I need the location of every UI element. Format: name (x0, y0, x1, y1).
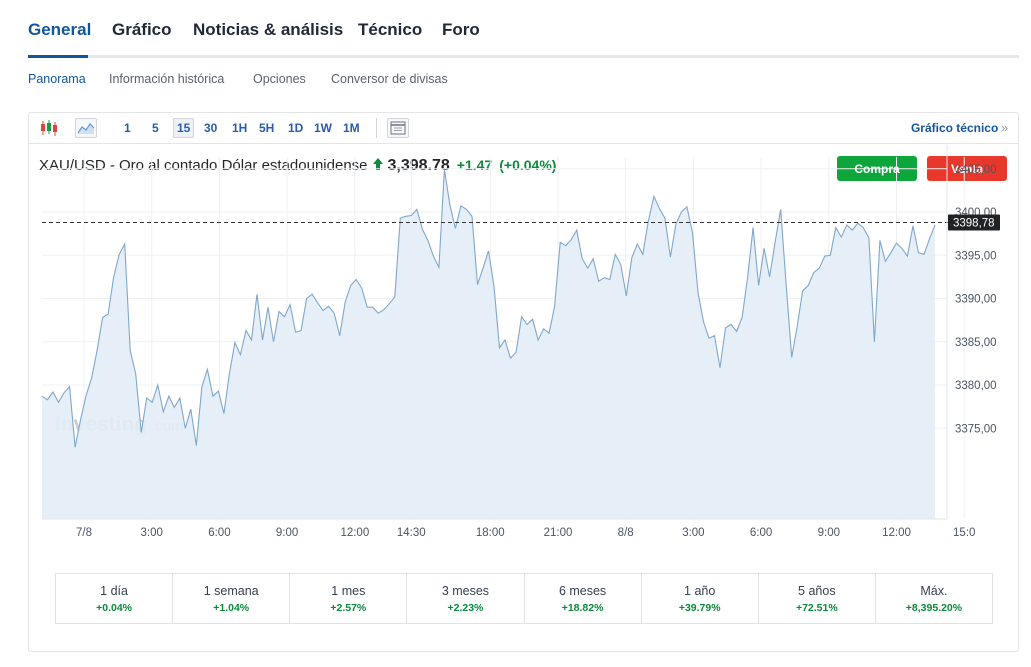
chart-card: 1 5 15 30 1H 5H 1D 1W 1M Gráfico técnico… (28, 112, 1019, 652)
perf-value: +1.04% (213, 602, 250, 614)
perf-max[interactable]: Máx. +8,395.20% (876, 574, 992, 623)
x-tick-label: 7/8 (76, 527, 92, 539)
tab-noticias-analisis[interactable]: Noticias & análisis (193, 20, 343, 40)
chart-toolbar: 1 5 15 30 1H 5H 1D 1W 1M Gráfico técnico… (29, 113, 1018, 144)
x-tick-label: 6:00 (750, 527, 772, 539)
performance-table: 1 día +0.04% 1 semana +1.04% 1 mes +2.57% 3… (55, 573, 993, 624)
subtab-conversor-divisas[interactable]: Conversor de divisas (331, 72, 448, 86)
x-tick-label: 18:00 (476, 527, 505, 539)
perf-1-dia[interactable]: 1 día +0.04% (56, 574, 174, 623)
x-tick-label: 12:00 (882, 527, 911, 539)
perf-label: 6 meses (558, 584, 607, 598)
perf-value: +72.51% (795, 602, 838, 614)
main-tabs: General Gráfico Noticias & análisis Técn… (28, 0, 1019, 58)
y-tick-label: 3380,00 (955, 380, 997, 392)
perf-label: 3 meses (441, 584, 490, 598)
perf-value: +2.57% (330, 602, 367, 614)
interval-1w[interactable]: 1W (314, 121, 332, 135)
perf-label: 1 año (684, 584, 716, 598)
interval-1[interactable]: 1 (124, 121, 131, 135)
interval-1m[interactable]: 1M (343, 121, 360, 135)
x-tick-label: 9:00 (276, 527, 298, 539)
perf-value: +2.23% (447, 602, 484, 614)
tab-tecnico[interactable]: Técnico (358, 20, 422, 40)
price-area (42, 169, 935, 519)
interval-30[interactable]: 30 (204, 121, 217, 135)
price-chart[interactable]: Investing.com3405,003400,003395,003390,0… (29, 145, 1018, 565)
perf-label: 1 semana (203, 584, 259, 598)
active-tab-indicator (28, 55, 88, 58)
perf-1-ano[interactable]: 1 año +39.79% (642, 574, 759, 623)
interval-15[interactable]: 15 (173, 118, 195, 138)
x-tick-label: 21:00 (544, 527, 573, 539)
double-chevron-right-icon: » (1001, 121, 1008, 135)
y-tick-label: 3375,00 (955, 423, 997, 435)
perf-label: Máx. (920, 584, 948, 598)
x-tick-label: 3:00 (682, 527, 704, 539)
tab-grafico[interactable]: Gráfico (112, 20, 172, 40)
subtab-opciones[interactable]: Opciones (253, 72, 306, 86)
candlestick-icon[interactable] (38, 118, 60, 138)
y-tick-label: 3385,00 (955, 337, 997, 349)
tab-general[interactable]: General (28, 20, 91, 40)
y-tick-label: 3395,00 (955, 250, 997, 262)
subtab-panorama[interactable]: Panorama (28, 72, 86, 86)
perf-6-meses[interactable]: 6 meses +18.82% (525, 574, 642, 623)
interval-1d[interactable]: 1D (288, 121, 303, 135)
perf-value: +18.82% (561, 602, 604, 614)
perf-3-meses[interactable]: 3 meses +2.23% (407, 574, 525, 623)
perf-5-anos[interactable]: 5 años +72.51% (759, 574, 876, 623)
y-tick-label: 3390,00 (955, 294, 997, 306)
subtab-informacion-historica[interactable]: Información histórica (109, 72, 224, 86)
x-tick-label: 8/8 (618, 527, 634, 539)
current-price-label: 3398,78 (953, 218, 995, 230)
toolbar-separator (376, 118, 377, 138)
perf-label: 1 mes (331, 584, 366, 598)
perf-1-semana[interactable]: 1 semana +1.04% (173, 574, 291, 623)
table-view-icon[interactable] (387, 118, 409, 138)
technical-chart-label: Gráfico técnico (910, 121, 999, 135)
perf-label: 1 día (100, 584, 128, 598)
y-tick-label: 3405,00 (955, 164, 997, 176)
x-tick-label: 14:30 (397, 527, 426, 539)
x-tick-label: 3:00 (141, 527, 163, 539)
perf-1-mes[interactable]: 1 mes +2.57% (290, 574, 408, 623)
interval-5h[interactable]: 5H (259, 121, 274, 135)
perf-value: +39.79% (678, 602, 721, 614)
x-tick-label: 12:00 (340, 527, 369, 539)
x-tick-label: 9:00 (818, 527, 840, 539)
x-tick-label: 15:0 (953, 527, 975, 539)
perf-value: +8,395.20% (905, 602, 963, 614)
perf-label: 5 años (798, 584, 836, 598)
tab-foro[interactable]: Foro (442, 20, 480, 40)
perf-value: +0.04% (96, 602, 133, 614)
x-tick-label: 6:00 (208, 527, 230, 539)
interval-1h[interactable]: 1H (232, 121, 247, 135)
technical-chart-link[interactable]: Gráfico técnico» (911, 121, 1008, 135)
area-chart-icon[interactable] (75, 118, 97, 138)
interval-5[interactable]: 5 (152, 121, 159, 135)
